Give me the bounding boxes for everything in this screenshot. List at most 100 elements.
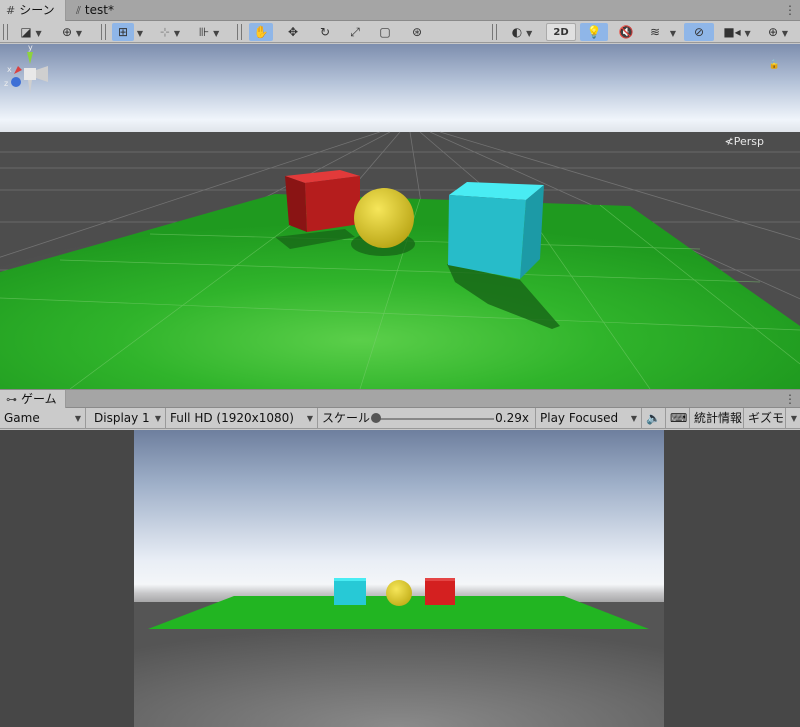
scale-icon: ⤢: [350, 25, 360, 39]
x-axis-cone: [14, 66, 22, 74]
scale-value: 0.29x: [495, 411, 529, 425]
game-cyan-cube: [334, 578, 366, 605]
game-tab-bar: ⊶ ゲーム ⋮: [0, 389, 800, 409]
more-options-icon[interactable]: ⋮: [784, 0, 796, 21]
camera-dropdown[interactable]: ■◂ ▼: [718, 23, 756, 41]
yellow-sphere: [354, 188, 414, 248]
chevron-down-icon: ▼: [74, 414, 81, 423]
grid-snap-dropdown[interactable]: ▼: [134, 23, 146, 41]
mute-icon: 🔇: [618, 25, 634, 39]
more-options-icon[interactable]: ⋮: [784, 390, 796, 409]
chevron-down-icon: ▼: [213, 29, 220, 38]
rotate-tool-button[interactable]: ↻: [313, 23, 337, 41]
z-axis-cone: [11, 77, 21, 87]
toolbar-grip-icon[interactable]: [101, 24, 106, 40]
transform-tool-button[interactable]: ⊛: [405, 23, 429, 41]
layers-icon: ≋: [649, 25, 661, 39]
toolbar-grip-icon[interactable]: [492, 24, 497, 40]
effects-dropdown[interactable]: ▼: [666, 23, 680, 41]
tab-scene[interactable]: # シーン: [0, 0, 66, 21]
hand-tool-button[interactable]: ✋: [249, 23, 273, 41]
mode-2d-toggle[interactable]: 2D: [546, 23, 576, 41]
scene-render: [0, 131, 800, 389]
gizmo-back-cone: [36, 66, 48, 82]
tab-game[interactable]: ⊶ ゲーム: [0, 390, 66, 409]
increment-snap-dropdown[interactable]: ⊹ ▼: [152, 23, 188, 41]
chevron-down-icon: ▼: [526, 29, 533, 38]
camera-icon: ■◂: [723, 25, 741, 39]
scale-slider-handle[interactable]: [370, 413, 381, 423]
chevron-down-icon: ▼: [630, 414, 637, 423]
grid-snap-icon: ⊞: [117, 25, 129, 39]
resolution-select[interactable]: Full HD (1920x1080) ▼: [166, 408, 318, 429]
game-render: [134, 578, 664, 727]
game-cyan-cube-top: [334, 578, 366, 581]
game-red-cube: [425, 578, 455, 605]
chevron-down-icon: ▼: [306, 414, 313, 423]
speaker-icon: 🔈: [646, 411, 661, 425]
snap-settings-dropdown[interactable]: ⊪ ▼: [190, 23, 228, 41]
hand-icon: ✋: [253, 25, 269, 39]
audio-toggle[interactable]: 🔇: [612, 23, 640, 41]
gizmo-center-cube: [24, 68, 36, 80]
resolution-select-value: Full HD (1920x1080): [170, 411, 294, 425]
play-mode-value: Play Focused: [540, 411, 619, 425]
scale-slider-track[interactable]: [372, 418, 494, 420]
effects-toggle[interactable]: ≋: [644, 23, 666, 41]
draw-mode-dropdown[interactable]: ◪ ▼: [14, 23, 48, 41]
tab-scene-label: シーン: [19, 3, 55, 17]
rect-tool-button[interactable]: ▢: [373, 23, 397, 41]
display-select-value: Display 1: [94, 411, 150, 425]
game-red-cube-top: [425, 578, 455, 581]
gizmos-dropdown[interactable]: ▼: [786, 408, 800, 429]
global-local-dropdown[interactable]: ⊕ ▼: [54, 23, 90, 41]
lighting-toggle[interactable]: 💡: [580, 23, 608, 41]
chevron-down-icon: ▼: [173, 29, 181, 38]
view-select[interactable]: Game ▼: [0, 408, 86, 429]
rect-icon: ▢: [379, 25, 391, 39]
tab-file[interactable]: ⫽ test*: [70, 0, 130, 21]
scale-tool-button[interactable]: ⤢: [343, 23, 367, 41]
chevron-down-icon: ▼: [75, 29, 83, 38]
game-viewport[interactable]: [134, 430, 664, 727]
red-cube-front: [305, 176, 360, 232]
game-view-area: [0, 430, 800, 727]
rotate-icon: ↻: [319, 25, 331, 39]
display-select[interactable]: Display 1 ▼: [90, 408, 166, 429]
chevron-down-icon: ▼: [744, 29, 751, 38]
stats-button[interactable]: 統計情報: [690, 408, 744, 429]
mute-audio-toggle[interactable]: 🔈: [642, 408, 666, 429]
orientation-gizmo[interactable]: y x z: [0, 44, 60, 104]
shading-sphere-icon: ◐: [511, 25, 523, 39]
perspective-label[interactable]: ≮Persp: [725, 135, 764, 148]
shading-mode-dropdown[interactable]: ◐ ▼: [504, 23, 540, 41]
ruler-icon: ⊪: [198, 25, 210, 39]
game-toolbar: Game ▼ Display 1 ▼ Full HD (1920x1080) ▼ スケ…: [0, 408, 800, 429]
gizmo-icon: ⊕: [767, 25, 779, 39]
draw-mode-icon: ◪: [20, 25, 32, 39]
gizmos-button[interactable]: ギズモ: [744, 408, 786, 429]
grid-snap-toggle[interactable]: ⊞: [112, 23, 134, 41]
gizmo-x-label: x: [7, 65, 12, 74]
move-icon: ✥: [287, 25, 299, 39]
move-tool-button[interactable]: ✥: [281, 23, 305, 41]
scene-viewport[interactable]: y x z 🔒 ≮Persp: [0, 44, 800, 389]
toolbar-grip-icon[interactable]: [237, 24, 242, 40]
scale-label: スケール: [322, 411, 371, 425]
gizmo-z-label: z: [4, 79, 8, 88]
keyboard-icon: ⌨: [670, 411, 688, 425]
toolbar-grip-icon[interactable]: [3, 24, 8, 40]
game-yellow-sphere: [386, 580, 412, 606]
scene-visibility-toggle[interactable]: ⊘: [684, 23, 714, 41]
gizmos-dropdown[interactable]: ⊕ ▼: [760, 23, 796, 41]
lock-icon[interactable]: 🔒: [769, 60, 780, 70]
chevron-down-icon: ▼: [669, 29, 677, 38]
increment-snap-icon: ⊹: [159, 25, 171, 39]
tab-file-label: test*: [84, 3, 114, 17]
play-mode-select[interactable]: Play Focused ▼: [536, 408, 642, 429]
globe-icon: ⊕: [61, 25, 73, 39]
keyboard-shortcuts-toggle[interactable]: ⌨: [666, 408, 690, 429]
hidden-eye-icon: ⊘: [693, 25, 705, 39]
view-select-value: Game: [4, 411, 40, 425]
unity-scene-icon: ⫽: [76, 4, 81, 17]
